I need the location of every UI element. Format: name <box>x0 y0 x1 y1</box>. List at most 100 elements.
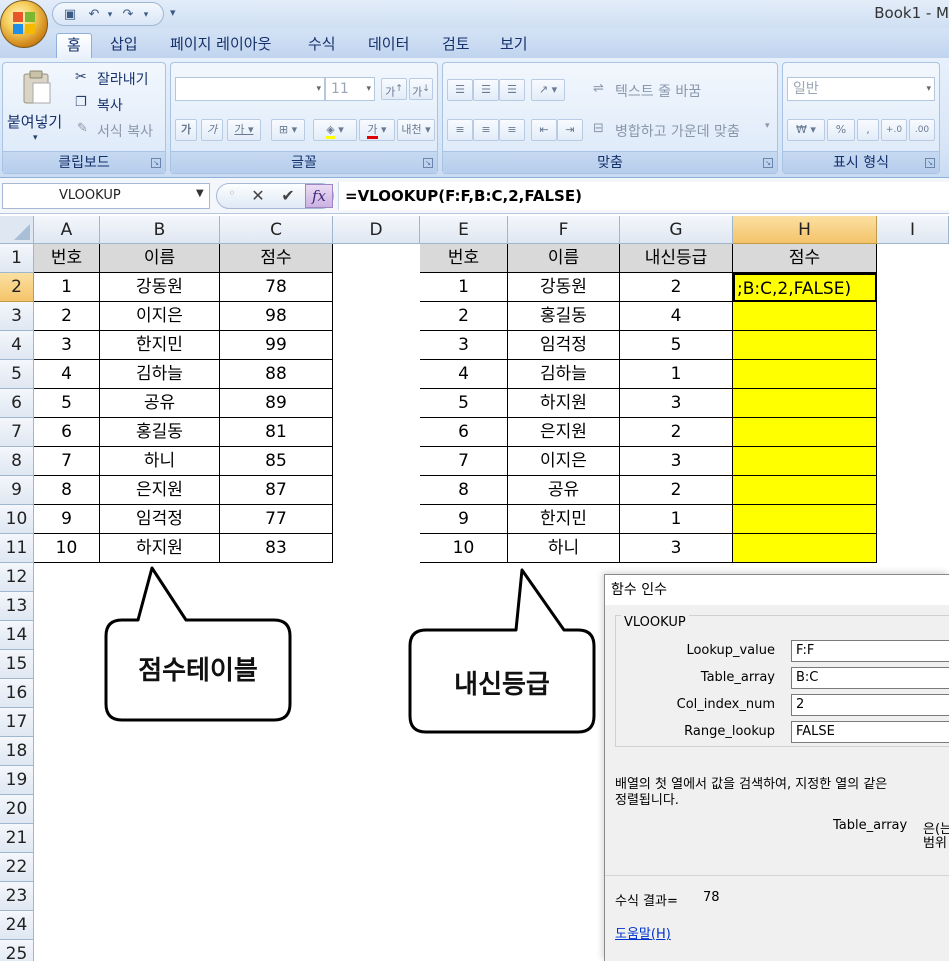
arg-input-table-array[interactable]: B:C <box>791 667 949 689</box>
row-header-22[interactable]: 22 <box>0 853 34 882</box>
table2-cell[interactable]: 10 <box>420 534 508 563</box>
table1-cell[interactable]: 8 <box>34 476 100 505</box>
table2-cell[interactable]: 3 <box>620 389 733 418</box>
table2-cell[interactable]: 2 <box>620 476 733 505</box>
table1-cell[interactable]: 98 <box>220 302 333 331</box>
table1-cell[interactable]: 81 <box>220 418 333 447</box>
table1-cell[interactable]: 4 <box>34 360 100 389</box>
table1-cell[interactable]: 김하늘 <box>100 360 220 389</box>
table2-cell[interactable]: 3 <box>420 331 508 360</box>
table2-cell[interactable]: 하니 <box>508 534 620 563</box>
alignment-launcher-icon[interactable]: ↘ <box>763 158 773 168</box>
table2-cell[interactable]: 임걱정 <box>508 331 620 360</box>
enter-formula-icon[interactable]: ✔ <box>277 186 299 205</box>
table1-cell[interactable]: 78 <box>220 273 333 302</box>
column-header-C[interactable]: C <box>220 216 333 244</box>
table2-cell[interactable]: 김하늘 <box>508 360 620 389</box>
row-header-20[interactable]: 20 <box>0 795 34 824</box>
comma-button[interactable]: , <box>857 119 879 141</box>
table2-cell[interactable]: 1 <box>420 273 508 302</box>
arg-input-range-lookup[interactable]: FALSE <box>791 721 949 743</box>
name-box-dropdown-icon[interactable]: ▼ <box>196 188 204 199</box>
table2-score-cell[interactable] <box>733 418 877 447</box>
column-header-F[interactable]: F <box>508 216 620 244</box>
row-header-25[interactable]: 25 <box>0 940 34 961</box>
font-color-button[interactable]: 가 ▾ <box>359 119 395 141</box>
tab-formulas[interactable]: 수식 <box>298 33 346 58</box>
font-launcher-icon[interactable]: ↘ <box>423 158 433 168</box>
table2-cell[interactable]: 7 <box>420 447 508 476</box>
undo-dropdown-icon[interactable]: ▾ <box>101 6 119 24</box>
table1-cell[interactable]: 임걱정 <box>100 505 220 534</box>
redo-icon[interactable]: ↷ <box>119 6 137 24</box>
table1-cell[interactable]: 89 <box>220 389 333 418</box>
table2-cell[interactable]: 1 <box>620 360 733 389</box>
row-header-6[interactable]: 6 <box>0 389 34 418</box>
table1-header-cell[interactable]: 번호 <box>34 244 100 273</box>
table2-cell[interactable]: 9 <box>420 505 508 534</box>
table2-cell[interactable]: 홍길동 <box>508 302 620 331</box>
row-header-17[interactable]: 17 <box>0 708 34 737</box>
phonetic-button[interactable]: 내천 ▾ <box>397 119 435 141</box>
paste-dropdown-icon[interactable]: ▾ <box>33 133 38 143</box>
increase-decimal-button[interactable]: +.0 <box>881 119 907 141</box>
table2-cell[interactable]: 3 <box>620 534 733 563</box>
table2-score-cell[interactable] <box>733 476 877 505</box>
paste-icon[interactable] <box>21 69 53 105</box>
table1-header-cell[interactable]: 이름 <box>100 244 220 273</box>
tab-insert[interactable]: 삽입 <box>100 33 148 58</box>
table2-score-cell[interactable] <box>733 360 877 389</box>
table2-cell[interactable]: 4 <box>420 360 508 389</box>
table2-cell[interactable]: 2 <box>620 273 733 302</box>
row-header-12[interactable]: 12 <box>0 563 34 592</box>
clipboard-launcher-icon[interactable]: ↘ <box>151 158 161 168</box>
percent-button[interactable]: % <box>827 119 855 141</box>
arg-input-lookup-value[interactable]: F:F <box>791 640 949 662</box>
row-header-13[interactable]: 13 <box>0 592 34 621</box>
tab-data[interactable]: 데이터 <box>358 33 419 58</box>
table2-score-cell[interactable] <box>733 447 877 476</box>
table1-cell[interactable]: 7 <box>34 447 100 476</box>
table2-cell[interactable]: 8 <box>420 476 508 505</box>
table2-cell[interactable]: 2 <box>420 302 508 331</box>
borders-button[interactable]: ⊞ ▾ <box>271 119 305 141</box>
table1-cell[interactable]: 9 <box>34 505 100 534</box>
table2-score-cell[interactable] <box>733 505 877 534</box>
table2-score-cell[interactable] <box>733 331 877 360</box>
underline-button[interactable]: 가 ▾ <box>227 119 261 141</box>
column-header-G[interactable]: G <box>620 216 733 244</box>
table2-cell[interactable]: 3 <box>620 447 733 476</box>
row-header-3[interactable]: 3 <box>0 302 34 331</box>
row-header-4[interactable]: 4 <box>0 331 34 360</box>
align-right-button[interactable]: ≡ <box>499 119 525 141</box>
table2-header-cell[interactable]: 내신등급 <box>620 244 733 273</box>
column-header-E[interactable]: E <box>420 216 508 244</box>
customize-qat-icon[interactable]: ▾ <box>170 6 176 19</box>
decrease-indent-button[interactable]: ⇤ <box>531 119 557 141</box>
row-header-14[interactable]: 14 <box>0 621 34 650</box>
table1-cell[interactable]: 6 <box>34 418 100 447</box>
table1-cell[interactable]: 5 <box>34 389 100 418</box>
shrink-font-button[interactable]: 가↓ <box>409 78 433 100</box>
table1-cell[interactable]: 하니 <box>100 447 220 476</box>
format-painter-button[interactable]: 서식 복사 <box>97 121 153 141</box>
table2-header-cell[interactable]: 번호 <box>420 244 508 273</box>
table2-score-cell[interactable] <box>733 389 877 418</box>
table1-cell[interactable]: 77 <box>220 505 333 534</box>
table1-cell[interactable]: 2 <box>34 302 100 331</box>
grow-font-button[interactable]: 가↑ <box>381 78 407 100</box>
table2-score-cell[interactable] <box>733 534 877 563</box>
font-name-combo[interactable]: ▾ <box>175 77 325 101</box>
active-edit-cell[interactable]: ;B:C,2,FALSE) <box>733 273 877 302</box>
table2-header-cell[interactable]: 점수 <box>733 244 877 273</box>
table2-score-cell[interactable] <box>733 302 877 331</box>
fill-color-button[interactable]: ◈ ▾ <box>313 119 357 141</box>
table2-cell[interactable]: 하지원 <box>508 389 620 418</box>
table1-cell[interactable]: 88 <box>220 360 333 389</box>
table1-cell[interactable]: 이지은 <box>100 302 220 331</box>
row-header-8[interactable]: 8 <box>0 447 34 476</box>
table2-cell[interactable]: 5 <box>420 389 508 418</box>
paste-button[interactable]: 붙여넣기 <box>7 111 62 132</box>
row-header-24[interactable]: 24 <box>0 911 34 940</box>
cut-button[interactable]: 잘라내기 <box>97 69 149 89</box>
